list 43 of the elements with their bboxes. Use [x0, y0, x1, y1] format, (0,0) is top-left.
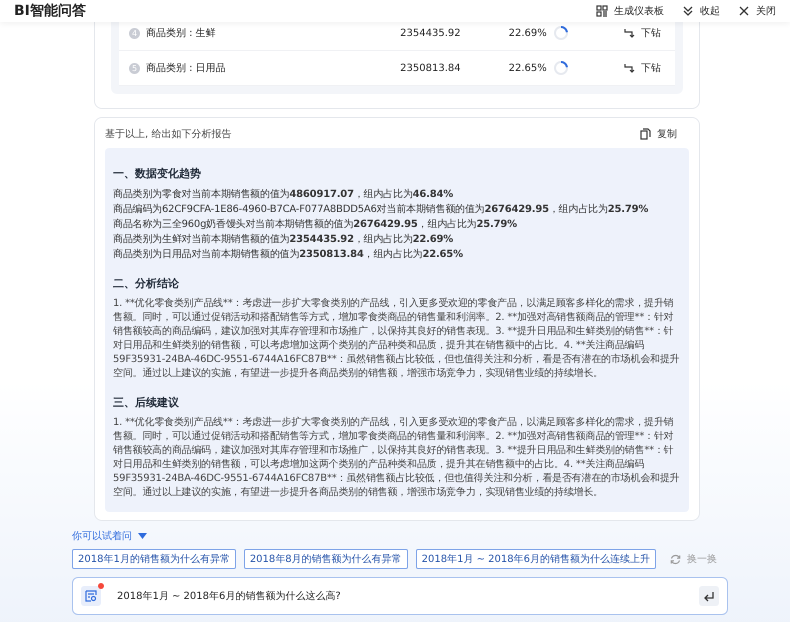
table-cell: 22.69% — [508, 28, 547, 38]
suggestion-chip[interactable]: 2018年1月 ~ 2018年6月的销售额为什么连续上升 — [416, 549, 656, 569]
refresh-icon — [670, 554, 681, 564]
copy-icon — [640, 128, 651, 140]
chart-doc-icon — [85, 590, 97, 602]
question-field[interactable]: 2018年1月 ~ 2018年6月的销售额为什么这么高? — [115, 590, 685, 602]
drill-arrow-icon — [623, 62, 636, 74]
close-icon — [738, 5, 750, 17]
collapse-button[interactable]: 收起 — [682, 4, 720, 18]
drill-arrow-icon — [623, 27, 636, 39]
table-cell: 22.65% — [508, 62, 547, 74]
collapse-icon — [682, 5, 694, 17]
report-paragraph: 1. **优化零食类别产品线**：考虑进一步扩大零食类别的产品线，引入更多受欢迎的零食产品，以满足顾客多样化的需求，提升销售额。同时，可以通过促销活动和搭配销售等方式，增加零食类商品的销售量和利润率。2. **加强对高销售额商品的管理**：针对销售额较高的商品编码，建议加强对其库存管理和市场推广，以保持其良好的销售表现。3. **提升日用品和生鲜类别的销售**：针对日用品和生鲜类别的销售额，可以考虑增加这两个类别的产品种类和品质，提升其在销售额中的占比。4. **关注商品编码59F35931-24BA-46DC-9551-6744A16FC87B**：虽然销售额占比较低，但也值得关注和分析，看是否有潜在的市场机会和提升空间。通过以上建议的实施，有望进一步提升各商品类别的销售额，增强市场竞争力，实现销售业绩的持续增长。 — [113, 297, 681, 381]
copy-button[interactable]: 复制 — [634, 126, 683, 142]
table-cell-text: 2354435.92 — [400, 28, 462, 38]
question-input[interactable]: 2018年1月 ~ 2018年6月的销售额为什么这么高? — [72, 577, 728, 615]
dashboard-icon — [596, 5, 608, 17]
suggestion-chip[interactable]: 2018年1月的销售额为什么有异常 — [72, 549, 236, 569]
progress-ring — [552, 60, 569, 76]
table-cell-text: 2350813.84 — [400, 62, 462, 74]
report-line: 商品类别为零食对当前本期销售额的值为4860917.07，组内占比为46.84% — [113, 188, 454, 202]
report-line: 商品编码为62CF9CFA-1E86-4960-B7CA-F077A8BDD5A6对当前本期销售额的值为2676429.95，组内占比为25.79% — [113, 202, 650, 217]
category-label: 商品类别 : 日用品 — [146, 62, 226, 75]
report-line: 商品类别为日用品对当前本期销售额的值为2350813.84，组内占比为22.65% — [113, 248, 464, 262]
progress-ring — [552, 25, 569, 41]
suggestions-toggle[interactable]: 你可以试着问 — [72, 529, 147, 543]
dashboard-button[interactable]: 生成仪表板 — [596, 4, 664, 18]
app-title: BI智能问答 — [14, 2, 86, 20]
report-paragraph: 1. **优化零食类别产品线**：考虑进一步扩大零食类别的产品线，引入更多受欢迎的零食产品，以满足顾客多样化的需求，提升销售额。同时，可以通过促销活动和搭配销售等方式，增加零食类商品的销售量和利润率。2. **加强对高销售额商品的管理**：针对销售额较高的商品编码，建议加强对其库存管理和市场推广，以保持其良好的销售表现。3. **提升日用品和生鲜类别的销售**：针对日用品和生鲜类别的销售额，可以考虑增加这两个类别的产品种类和品质，提升其在销售额中的占比。4. **关注商品编码59F35931-24BA-46DC-9551-6744A16FC87B**：虽然销售额占比较低，但也值得关注和分析，看是否有潜在的市场机会和提升空间。通过以上建议的实施，有望进一步提升各商品类别的销售额，增强市场竞争力，实现销售业绩的持续增长。 — [113, 416, 681, 500]
section-heading: 二、分析结论 — [113, 276, 180, 291]
enter-icon — [703, 590, 715, 602]
close-button[interactable]: 关闭 — [738, 4, 776, 18]
notification-dot — [98, 583, 104, 589]
send-button[interactable] — [699, 586, 719, 606]
suggestion-chip[interactable]: 2018年8月的销售额为什么有异常 — [244, 549, 408, 569]
category-label: 商品类别 : 生鲜 — [146, 26, 216, 40]
drill-down-button[interactable]: 下钻 — [619, 61, 666, 75]
drill-down-button[interactable]: 下钻 — [619, 26, 666, 40]
section-heading: 一、数据变化趋势 — [113, 166, 202, 181]
report-line: 商品名称为三全960g奶香馒头对当前本期销售额的值为2676429.95，组内占比为25.79% — [113, 218, 518, 232]
section-heading: 三、后续建议 — [113, 395, 180, 410]
report-intro: 基于以上, 给出如下分析报告 — [105, 128, 232, 141]
report-line: 商品类别为生鲜对当前本期销售额的值为2354435.92，组内占比为22.69% — [113, 232, 454, 247]
